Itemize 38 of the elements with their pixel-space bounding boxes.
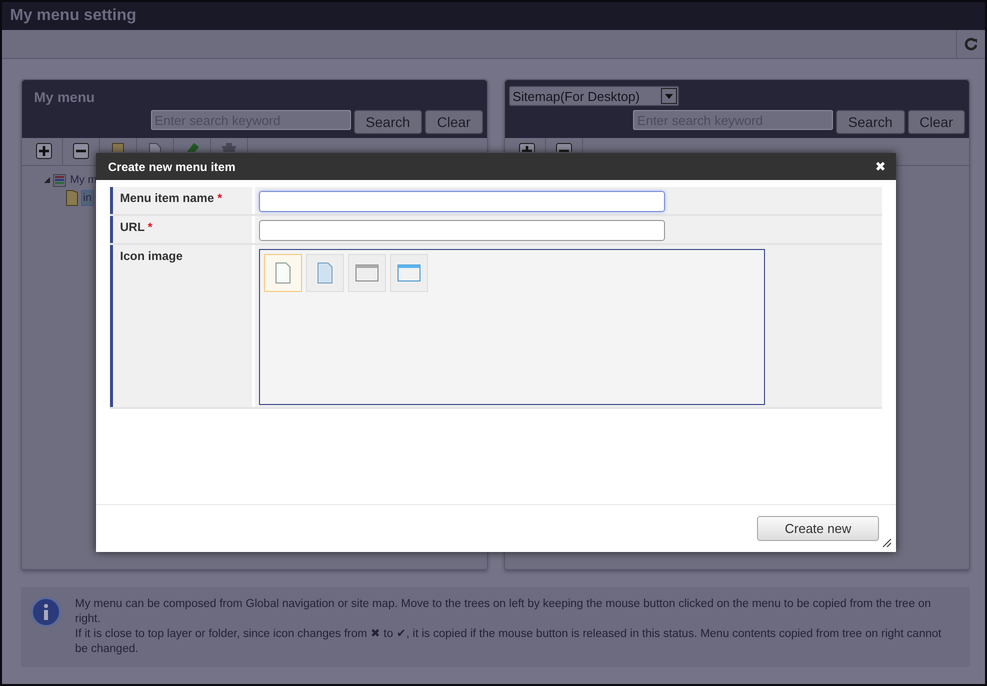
clear-button[interactable]: Clear bbox=[425, 110, 482, 134]
plus-icon bbox=[36, 143, 52, 159]
window-icon bbox=[397, 264, 421, 282]
input-field[interactable] bbox=[259, 191, 665, 212]
page-icon bbox=[317, 262, 333, 284]
window-title: My menu setting bbox=[10, 7, 136, 25]
caret-icon bbox=[664, 94, 672, 98]
minus-icon bbox=[556, 143, 572, 152]
info-text: If it is close to top layer or folder, since icon changes from ✖ to ✔, it is copied if the mouse button is released in this status. Menu contents copied from tree on right cannot be changed. bbox=[75, 627, 942, 657]
page-icon bbox=[275, 262, 291, 284]
field-label: Menu item name * bbox=[110, 187, 252, 214]
field-label: Icon image bbox=[110, 245, 252, 407]
search-button[interactable]: Search bbox=[836, 110, 905, 134]
plus-icon bbox=[518, 143, 534, 152]
field-label: URL * bbox=[110, 216, 252, 243]
dialog-title: Create new menu item bbox=[108, 160, 236, 174]
minus-icon bbox=[73, 143, 89, 159]
tree-item[interactable]: in bbox=[81, 190, 94, 206]
icon-option[interactable] bbox=[306, 254, 344, 292]
create-button[interactable]: Create new bbox=[757, 516, 879, 541]
resize-grip-icon bbox=[882, 538, 892, 548]
info-text: My menu can be composed from Global navigation or site map. Move to the trees on left by keeping the mouse button clicked on the menu to be copied from the tree on right. bbox=[75, 597, 932, 627]
folder-icon bbox=[66, 190, 78, 206]
trash-icon bbox=[222, 143, 236, 152]
tree-menu-icon bbox=[53, 174, 66, 186]
icon-option[interactable] bbox=[390, 254, 428, 292]
panel-title: My menu bbox=[34, 89, 96, 105]
close-button[interactable]: ✖ bbox=[875, 159, 886, 174]
tree-item[interactable]: My m bbox=[69, 173, 98, 187]
info-icon bbox=[31, 597, 61, 627]
icon-option[interactable] bbox=[348, 254, 386, 292]
input-field[interactable] bbox=[259, 220, 665, 241]
window-icon bbox=[355, 264, 379, 282]
icon-option[interactable] bbox=[264, 254, 302, 292]
refresh-icon bbox=[964, 37, 978, 51]
clear-button[interactable]: Clear bbox=[908, 110, 965, 134]
search-button[interactable]: Search bbox=[354, 110, 422, 134]
sitemap-dropdown[interactable]: Sitemap(For Desktop) bbox=[508, 86, 678, 106]
